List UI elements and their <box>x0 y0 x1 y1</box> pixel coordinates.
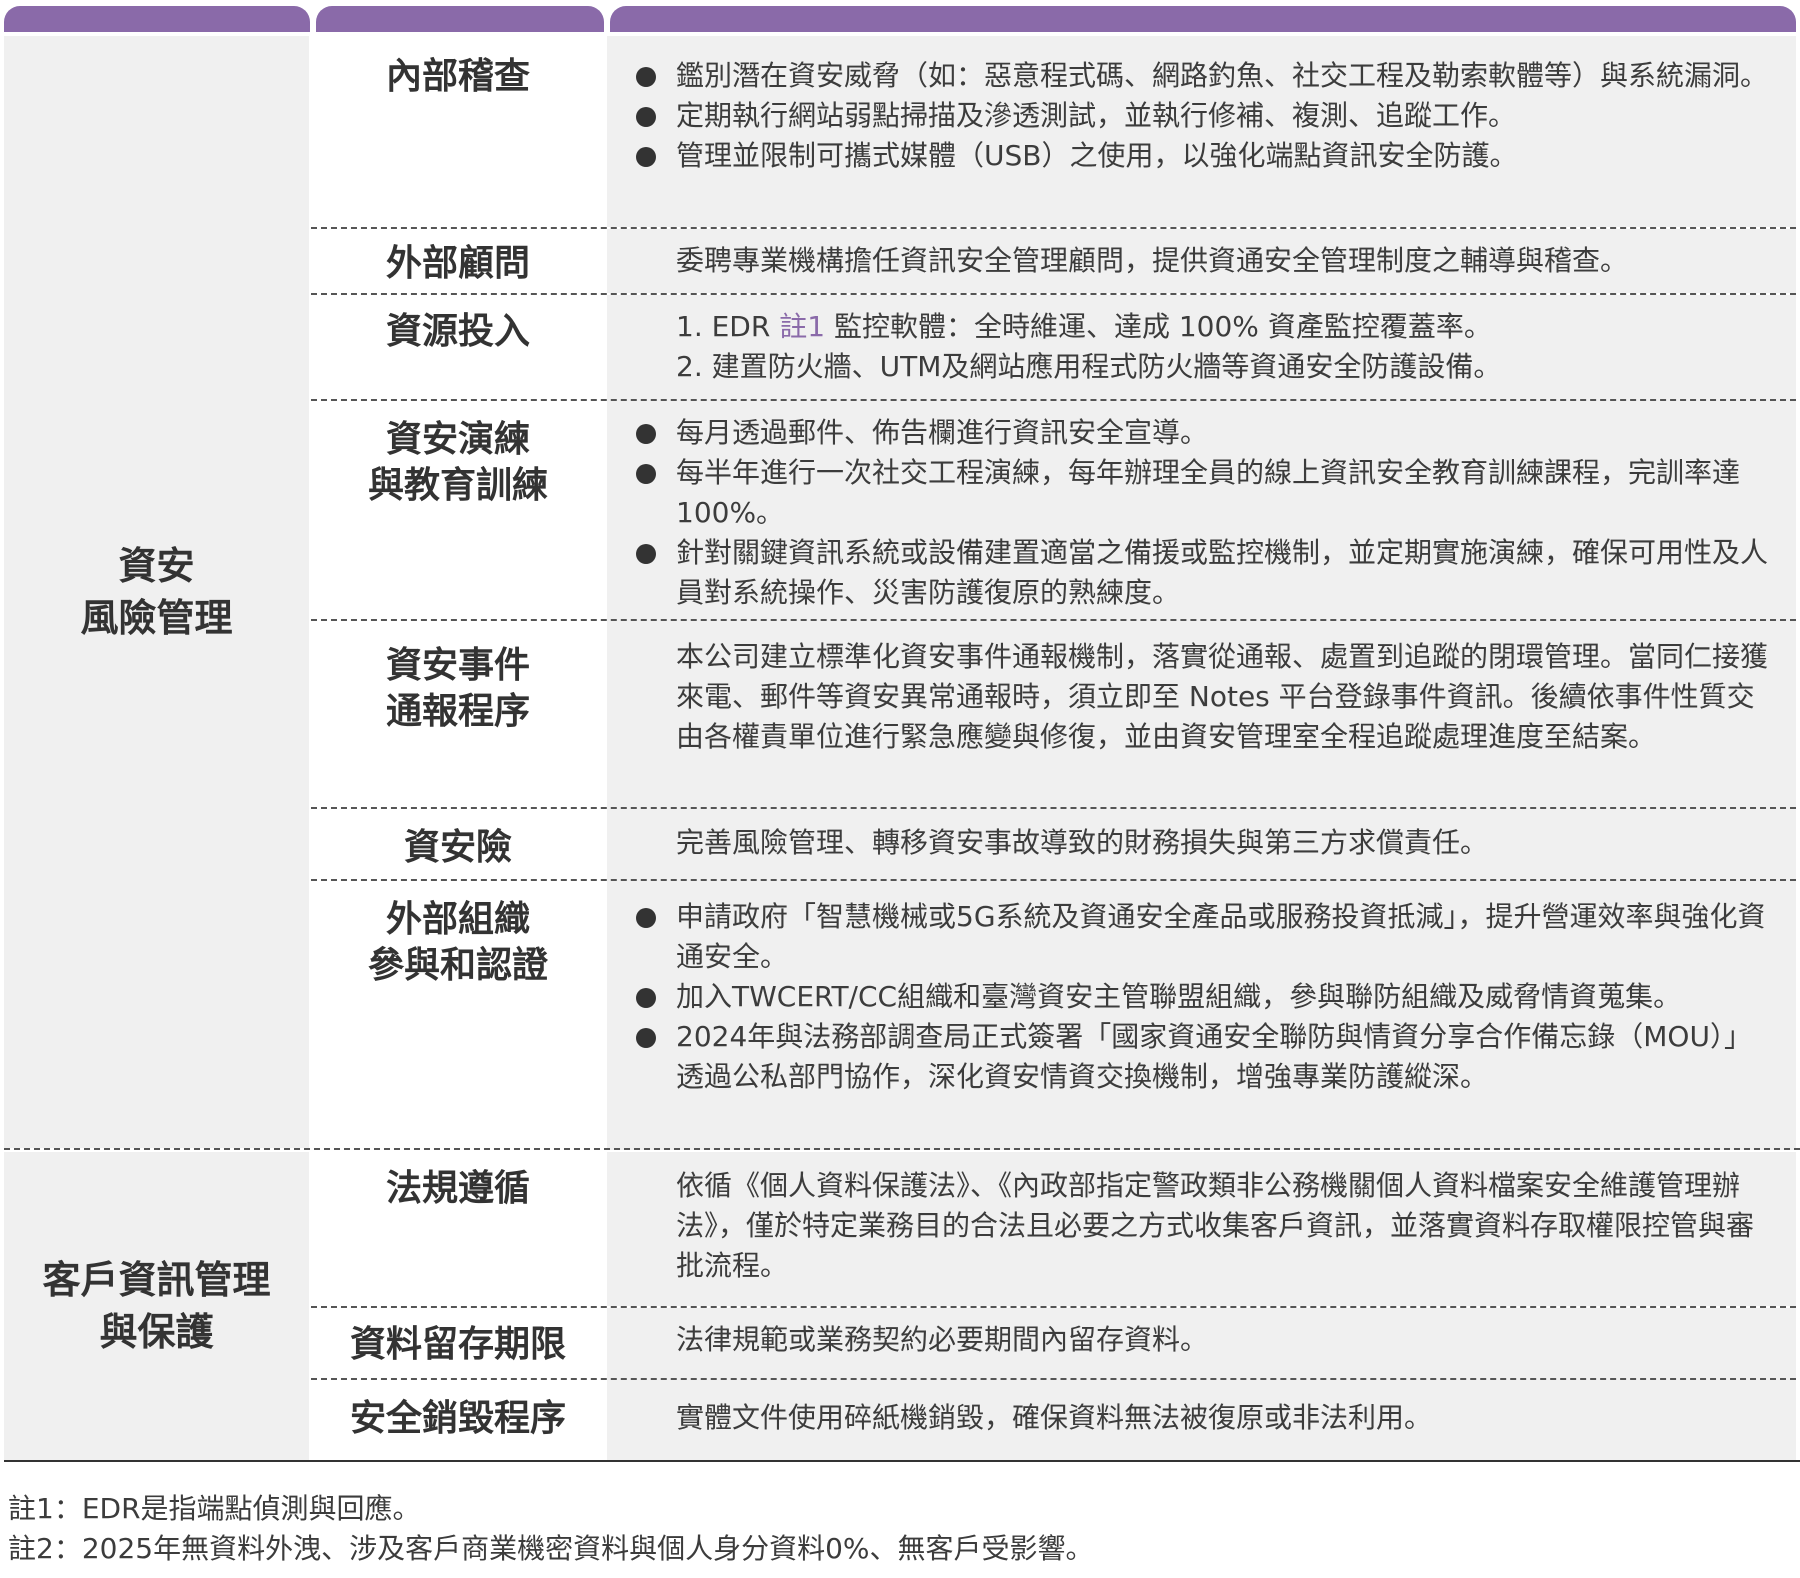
bullet-icon <box>636 988 656 1008</box>
category-customer-info-protection: 客戶資訊管理 與保護 <box>4 1152 309 1460</box>
table-row-incident-reporting: 資安事件 通報程序 本公司建立標準化資安事件通報機制，落實從通報、處置到追蹤的閉… <box>311 619 1796 809</box>
row-title: 外部顧問 <box>311 229 605 293</box>
list-item: 每月透過郵件、佈告欄進行資訊安全宣導。 <box>607 413 1796 453</box>
bullet-icon <box>636 424 656 444</box>
list-item: 鑑別潛在資安威脅（如：惡意程式碼、網路釣魚、社交工程及勒索軟體等）與系統漏洞。 <box>607 56 1796 96</box>
row-text: 本公司建立標準化資安事件通報機制，落實從通報、處置到追蹤的閉環管理。當同仁接獲來… <box>676 640 1769 753</box>
list-item: 針對關鍵資訊系統或設備建置適當之備援或監控機制，並定期實施演練，確保可用性及人員… <box>607 533 1796 613</box>
table-row-secure-destruction: 安全銷毀程序 實體文件使用碎紙機銷毀，確保資料無法被復原或非法利用。 <box>311 1378 1796 1462</box>
row-title: 資料留存期限 <box>311 1308 605 1380</box>
footnote-2: 註2：2025年無資料外洩、涉及客戶商業機密資料與個人身分資料0%、無客戶受影響… <box>8 1532 1094 1565</box>
bullet-icon <box>636 67 656 87</box>
row-description: 委聘專業機構擔任資訊安全管理顧問，提供資通安全管理制度之輔導與稽查。 <box>607 229 1796 293</box>
table-row-external-orgs: 外部組織 參與和認證 申請政府「智慧機械或5G系統及資通安全產品或服務投資抵減」… <box>311 879 1796 1150</box>
header-tab-category <box>4 6 310 32</box>
row-text: 實體文件使用碎紙機銷毀，確保資料無法被復原或非法利用。 <box>676 1401 1433 1434</box>
row-title: 資安演練 與教育訓練 <box>311 401 605 621</box>
table-bottom-border <box>4 1460 1800 1462</box>
row-title: 資源投入 <box>311 295 605 401</box>
bullet-icon <box>636 1028 656 1048</box>
header-tab-description <box>610 6 1796 32</box>
row-title: 外部組織 參與和認證 <box>311 881 605 1150</box>
row-description: 法律規範或業務契約必要期間內留存資料。 <box>607 1308 1796 1380</box>
row-description: 1. EDR 註1 監控軟體：全時維運、達成 100% 資產監控覆蓋率。 2. … <box>607 295 1796 401</box>
row-description: 鑑別潛在資安威脅（如：惡意程式碼、網路釣魚、社交工程及勒索軟體等）與系統漏洞。 … <box>607 36 1796 227</box>
table-row-resource-investment: 資源投入 1. EDR 註1 監控軟體：全時維運、達成 100% 資產監控覆蓋率… <box>311 293 1796 401</box>
section-divider <box>4 1148 1800 1150</box>
row-title: 資安險 <box>311 809 605 881</box>
table-row-drills-training: 資安演練 與教育訓練 每月透過郵件、佈告欄進行資訊安全宣導。 每半年進行一次社交… <box>311 399 1796 621</box>
bullet-icon <box>636 908 656 928</box>
list-item: 定期執行網站弱點掃描及滲透測試，並執行修補、複測、追蹤工作。 <box>607 96 1796 136</box>
row-text: 完善風險管理、轉移資安事故導致的財務損失與第三方求償責任。 <box>676 826 1489 859</box>
row-description: 每月透過郵件、佈告欄進行資訊安全宣導。 每半年進行一次社交工程演練，每年辦理全員… <box>607 401 1796 621</box>
table-row-external-consultant: 外部顧問 委聘專業機構擔任資訊安全管理顧問，提供資通安全管理制度之輔導與稽查。 <box>311 227 1796 293</box>
numbered-item-1: 1. EDR 註1 監控軟體：全時維運、達成 100% 資產監控覆蓋率。 <box>676 310 1492 343</box>
list-item: 申請政府「智慧機械或5G系統及資通安全產品或服務投資抵減」，提升營運效率與強化資… <box>607 897 1796 977</box>
row-description: 申請政府「智慧機械或5G系統及資通安全產品或服務投資抵減」，提升營運效率與強化資… <box>607 881 1796 1150</box>
footnote-1: 註1：EDR是指端點偵測與回應。 <box>8 1492 421 1525</box>
row-title: 安全銷毀程序 <box>311 1380 605 1462</box>
bullet-icon <box>636 147 656 167</box>
table-row-cyber-insurance: 資安險 完善風險管理、轉移資安事故導致的財務損失與第三方求償責任。 <box>311 807 1796 881</box>
row-title: 資安事件 通報程序 <box>311 621 605 809</box>
list-item: 管理並限制可攜式媒體（USB）之使用，以強化端點資訊安全防護。 <box>607 136 1796 176</box>
row-description: 實體文件使用碎紙機銷毀，確保資料無法被復原或非法利用。 <box>607 1380 1796 1462</box>
bullet-icon <box>636 464 656 484</box>
table-row-internal-audit: 內部稽查 鑑別潛在資安威脅（如：惡意程式碼、網路釣魚、社交工程及勒索軟體等）與系… <box>311 36 1796 227</box>
row-description: 本公司建立標準化資安事件通報機制，落實從通報、處置到追蹤的閉環管理。當同仁接獲來… <box>607 621 1796 809</box>
table-row-regulatory-compliance: 法規遵循 依循《個人資料保護法》、《內政部指定警政類非公務機關個人資料檔案安全維… <box>311 1152 1796 1306</box>
row-text: 委聘專業機構擔任資訊安全管理顧問，提供資通安全管理制度之輔導與稽查。 <box>676 244 1629 277</box>
row-description: 依循《個人資料保護法》、《內政部指定警政類非公務機關個人資料檔案安全維護管理辦法… <box>607 1152 1796 1306</box>
table-row-retention-period: 資料留存期限 法律規範或業務契約必要期間內留存資料。 <box>311 1306 1796 1380</box>
list-item: 每半年進行一次社交工程演練，每年辦理全員的線上資訊安全教育訓練課程，完訓率達10… <box>607 453 1796 533</box>
row-title: 法規遵循 <box>311 1152 605 1306</box>
list-item: 加入TWCERT/CC組織和臺灣資安主管聯盟組織，參與聯防組織及威脅情資蒐集。 <box>607 977 1796 1017</box>
row-text: 依循《個人資料保護法》、《內政部指定警政類非公務機關個人資料檔案安全維護管理辦法… <box>676 1169 1755 1282</box>
row-text: 法律規範或業務契約必要期間內留存資料。 <box>676 1323 1209 1356</box>
bullet-icon <box>636 107 656 127</box>
header-tab-item <box>316 6 604 32</box>
bullet-icon <box>636 544 656 564</box>
category-risk-management: 資安 風險管理 <box>4 36 309 1148</box>
footnote-ref: 註1 <box>779 310 826 343</box>
row-description: 完善風險管理、轉移資安事故導致的財務損失與第三方求償責任。 <box>607 809 1796 881</box>
row-title: 內部稽查 <box>311 36 605 227</box>
numbered-item-2: 2. 建置防火牆、UTM及網站應用程式防火牆等資通安全防護設備。 <box>676 350 1502 383</box>
list-item: 2024年與法務部調查局正式簽署「國家資通安全聯防與情資分享合作備忘錄（MOU）… <box>607 1017 1796 1097</box>
